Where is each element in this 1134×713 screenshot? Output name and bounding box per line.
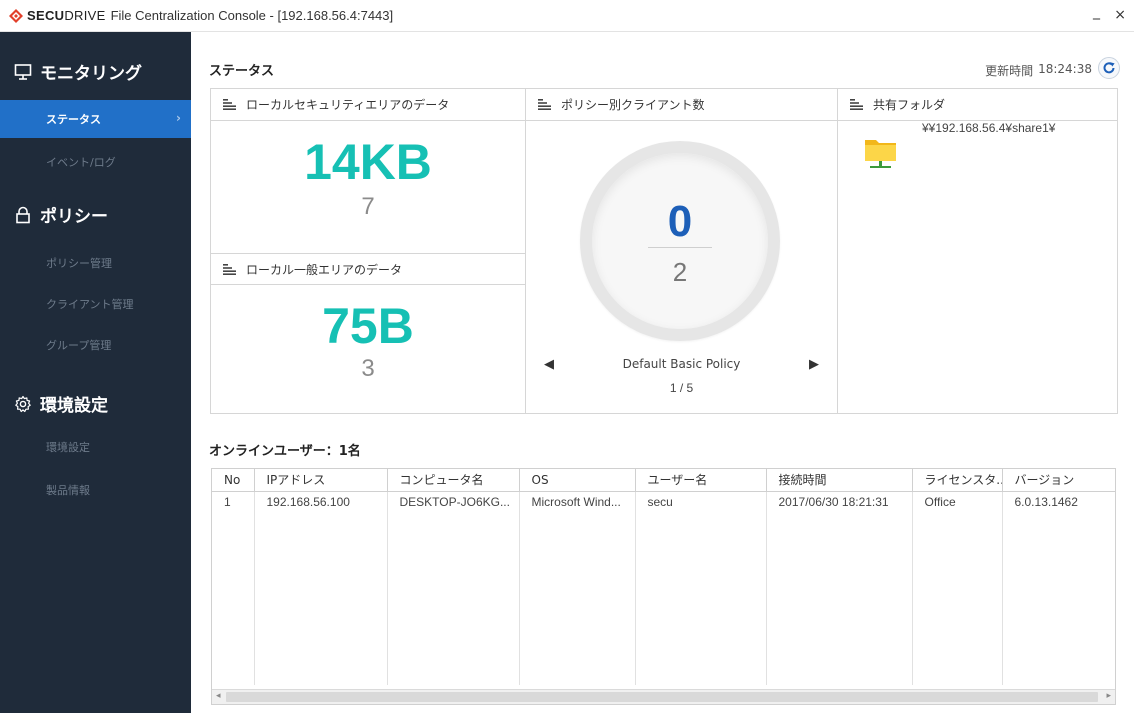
sidebar-item-event-log[interactable]: イベント/ログ bbox=[0, 143, 191, 181]
table-cell: secu bbox=[635, 491, 767, 513]
table-empty-space bbox=[212, 513, 1115, 685]
scrollbar-thumb[interactable] bbox=[226, 692, 1098, 702]
sidebar-item-environment-settings[interactable]: 環境設定 bbox=[0, 428, 191, 466]
close-button[interactable]: × bbox=[1114, 7, 1126, 23]
sidebar-item-product-info[interactable]: 製品情報 bbox=[0, 471, 191, 509]
table-cell: 1 bbox=[212, 491, 255, 513]
sidebar-item-client-management[interactable]: クライアント管理 bbox=[0, 285, 191, 323]
panel-shared-folder: 共有フォルダ ¥¥192.168.56.4¥share1¥ bbox=[837, 88, 1118, 414]
column-header[interactable]: コンピュータ名 bbox=[387, 469, 520, 492]
sidebar-item-label: イベント/ログ bbox=[46, 156, 116, 169]
sidebar-item-label: クライアント管理 bbox=[46, 298, 134, 311]
update-time-value: 18:24:38 bbox=[1038, 62, 1092, 76]
panel-header: ローカル一般エリアのデータ bbox=[211, 253, 525, 285]
panel-title: ポリシー別クライアント数 bbox=[561, 98, 705, 112]
secure-data-count: 7 bbox=[361, 193, 375, 220]
policy-body: 0 2 ◀ Default Basic Policy ▶ 1 / 5 bbox=[526, 121, 837, 413]
sidebar-item-label: 製品情報 bbox=[46, 484, 90, 497]
table-cell: Office bbox=[912, 491, 1003, 513]
table-header-row: No IPアドレス コンピュータ名 OS ユーザー名 接続時間 ライセンスタ..… bbox=[212, 469, 1115, 492]
scroll-left-icon[interactable]: ◂ bbox=[216, 691, 221, 701]
shared-folder-icon[interactable] bbox=[864, 135, 898, 169]
sidebar-item-label: ポリシー管理 bbox=[46, 257, 112, 270]
gear-icon bbox=[15, 395, 31, 412]
sidebar-section-label: モニタリング bbox=[40, 64, 142, 84]
general-data-size: 75B bbox=[322, 298, 414, 354]
sidebar-item-label: ステータス bbox=[46, 113, 101, 126]
policy-client-ring: 0 2 bbox=[580, 141, 780, 341]
column-header[interactable]: 接続時間 bbox=[766, 469, 913, 492]
sidebar-item-group-management[interactable]: グループ管理 bbox=[0, 326, 191, 364]
table-cell: DESKTOP-JO6KG... bbox=[387, 491, 520, 513]
panel-header: 共有フォルダ bbox=[838, 89, 1117, 121]
scroll-right-icon[interactable]: ▸ bbox=[1106, 691, 1111, 701]
page-title: ステータス bbox=[209, 64, 275, 79]
sidebar-section-label: 環境設定 bbox=[40, 396, 108, 416]
sidebar-section-policy[interactable]: ポリシー bbox=[14, 202, 108, 227]
column-header[interactable]: No bbox=[212, 469, 255, 492]
chevron-right-icon: › bbox=[176, 111, 181, 125]
panel-header: ローカルセキュリティエリアのデータ bbox=[211, 89, 525, 121]
monitor-icon bbox=[14, 63, 32, 80]
panel-title: ローカルセキュリティエリアのデータ bbox=[246, 98, 450, 112]
policy-page-indicator: 1 / 5 bbox=[669, 381, 694, 395]
column-header[interactable]: IPアドレス bbox=[254, 469, 388, 492]
online-users-title: オンラインユーザー：1名 bbox=[209, 444, 361, 459]
column-header[interactable]: ユーザー名 bbox=[635, 469, 767, 492]
update-time: 更新時間 18:24:38 bbox=[985, 62, 1092, 79]
secudrive-logo-icon bbox=[9, 8, 23, 23]
column-header[interactable]: バージョン bbox=[1002, 469, 1115, 492]
brand-logo-text: SECUDRIVE bbox=[27, 8, 106, 23]
column-header[interactable]: OS bbox=[519, 469, 636, 492]
update-time-label: 更新時間 bbox=[985, 64, 1034, 78]
sidebar-item-label: 環境設定 bbox=[46, 441, 90, 454]
sidebar-item-label: グループ管理 bbox=[46, 339, 112, 352]
table-cell: 192.168.56.100 bbox=[254, 491, 388, 513]
title-bar: SECUDRIVE File Centralization Console - … bbox=[0, 0, 1134, 32]
refresh-icon bbox=[1103, 62, 1115, 74]
total-client-count: 2 bbox=[672, 257, 688, 287]
panel-local-general-data: ローカル一般エリアのデータ 75B 3 bbox=[210, 253, 526, 414]
table-row[interactable]: 1 192.168.56.100 DESKTOP-JO6KG... Micros… bbox=[212, 491, 1115, 513]
secure-data-size: 14KB bbox=[304, 134, 432, 190]
general-data-count: 3 bbox=[361, 355, 375, 382]
online-client-count: 0 bbox=[667, 197, 693, 246]
sidebar-section-monitoring[interactable]: モニタリング bbox=[14, 59, 142, 84]
lock-icon bbox=[16, 206, 30, 223]
panel-local-secure-data: ローカルセキュリティエリアのデータ 14KB 7 bbox=[210, 88, 526, 254]
main-content: ステータス 更新時間 18:24:38 ローカルセキュリティエリアのデータ 14… bbox=[191, 32, 1134, 713]
column-header[interactable]: ライセンスタ... bbox=[912, 469, 1003, 492]
refresh-button[interactable] bbox=[1098, 57, 1120, 79]
list-icon bbox=[223, 263, 236, 275]
next-policy-button[interactable]: ▶ bbox=[809, 357, 819, 372]
horizontal-scrollbar[interactable]: ◂ ▸ bbox=[212, 689, 1115, 704]
sidebar-section-settings[interactable]: 環境設定 bbox=[14, 391, 108, 416]
list-icon bbox=[223, 99, 236, 110]
window-title: File Centralization Console - [192.168.5… bbox=[110, 8, 394, 23]
table-cell: Microsoft Wind... bbox=[519, 491, 636, 513]
list-icon bbox=[538, 99, 551, 110]
panel-title: 共有フォルダ bbox=[873, 98, 946, 112]
sidebar: モニタリング ステータス › イベント/ログ ポリシー ポリシー管理 クライアン… bbox=[0, 32, 191, 713]
panel-header: ポリシー別クライアント数 bbox=[526, 89, 837, 121]
sidebar-item-policy-management[interactable]: ポリシー管理 bbox=[0, 244, 191, 282]
sidebar-section-label: ポリシー bbox=[40, 207, 108, 227]
policy-name: Default Basic Policy bbox=[622, 357, 741, 371]
shared-folder-path[interactable]: ¥¥192.168.56.4¥share1¥ bbox=[922, 121, 1055, 135]
list-icon bbox=[850, 99, 863, 110]
ring-divider bbox=[648, 247, 712, 248]
online-users-table: No IPアドレス コンピュータ名 OS ユーザー名 接続時間 ライセンスタ..… bbox=[211, 468, 1116, 705]
sidebar-item-status[interactable]: ステータス › bbox=[0, 100, 191, 138]
table-cell: 2017/06/30 18:21:31 bbox=[766, 491, 913, 513]
minimize-button[interactable]: _ bbox=[1093, 4, 1100, 20]
panel-clients-per-policy: ポリシー別クライアント数 0 2 ◀ Default Basic Policy … bbox=[525, 88, 838, 414]
panel-title: ローカル一般エリアのデータ bbox=[246, 262, 403, 277]
table-cell: 6.0.13.1462 bbox=[1014, 495, 1078, 510]
